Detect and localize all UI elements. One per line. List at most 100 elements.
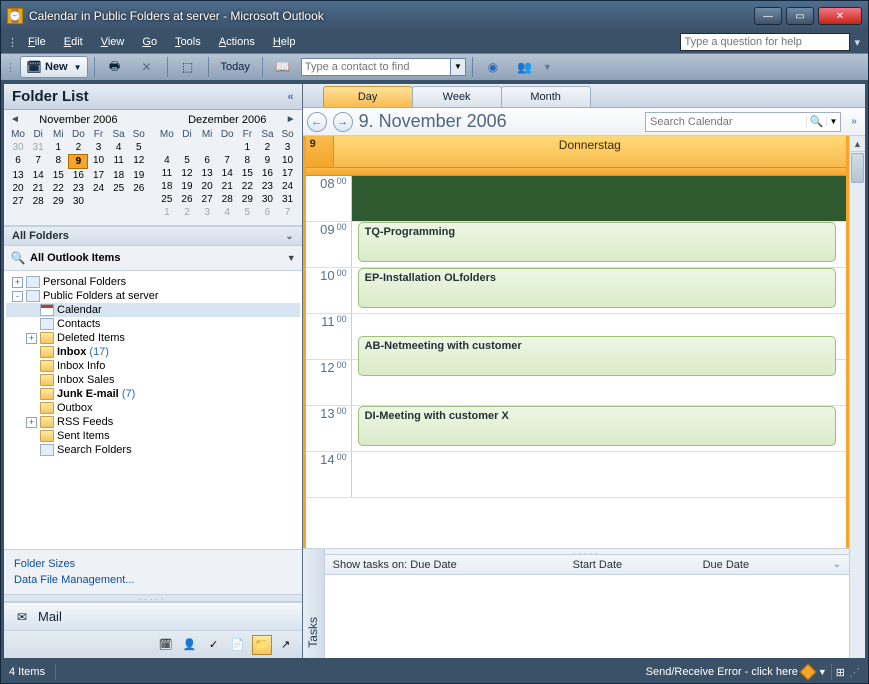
calendar-day[interactable]: 31 [28,141,48,154]
tree-item-search-folders[interactable]: Search Folders [6,443,300,457]
address-book-button[interactable]: 📖 [269,56,297,78]
mini-calendar-dec[interactable]: Dezember 2006► MoDiMiDoFrSaSo 1234567891… [153,110,302,225]
calendar-day[interactable]: 18 [157,180,177,193]
scroll-up-icon[interactable]: ▲ [850,136,865,152]
categories-button[interactable]: ⬚ [174,56,202,78]
calendar-day[interactable]: 2 [68,141,88,154]
calendar-day[interactable]: 11 [109,154,129,169]
warning-icon[interactable] [799,664,816,681]
close-button[interactable]: ✕ [818,7,862,25]
tree-item-deleted-items[interactable]: +Deleted Items [6,331,300,345]
menu-file[interactable]: File [20,34,54,50]
scroll-thumb[interactable] [851,153,864,183]
calendar-day[interactable]: 18 [109,169,129,182]
calendar-search-input[interactable] [646,115,806,129]
calendar-day[interactable]: 14 [28,169,48,182]
tab-week[interactable]: Week [412,86,502,107]
calendar-day[interactable]: 5 [177,154,197,167]
help-dropdown[interactable]: ▾ [852,36,862,49]
error-dropdown[interactable]: ▼ [818,667,827,677]
mini-calendar-nov[interactable]: ◄November 2006 MoDiMiDoFrSaSo 3031123456… [4,110,153,225]
calendar-day[interactable]: 29 [237,193,257,206]
calendar-day[interactable] [88,195,108,208]
mail-nav-button[interactable]: ✉ Mail [4,602,302,630]
tab-month[interactable]: Month [501,86,591,107]
toolbar-overflow[interactable]: ▼ [543,62,552,72]
nav-notes-icon[interactable]: 📄 [228,635,248,655]
tree-toggle-icon[interactable]: + [12,277,23,288]
calendar-day[interactable]: 21 [217,180,237,193]
expand-todo-bar[interactable]: » [847,116,861,127]
permissions-button[interactable]: 👥 [511,56,539,78]
menu-actions[interactable]: Actions [211,34,263,50]
nav-contacts-icon[interactable]: 👤 [180,635,200,655]
calendar-day[interactable]: 5 [237,206,257,219]
calendar-day[interactable]: 20 [8,182,28,195]
search-button-icon[interactable]: 🔍 [806,115,826,128]
calendar-day[interactable]: 23 [257,180,277,193]
calendar-day[interactable]: 4 [157,154,177,167]
calendar-day[interactable]: 9 [257,154,277,167]
calendar-day[interactable]: 5 [129,141,149,154]
calendar-day[interactable]: 16 [257,167,277,180]
calendar-day[interactable] [217,141,237,154]
calendar-day[interactable]: 26 [129,182,149,195]
calendar-day[interactable]: 7 [278,206,298,219]
calendar-day[interactable]: 1 [237,141,257,154]
today-button[interactable]: Today [215,56,256,78]
calendar-day[interactable]: 3 [278,141,298,154]
calendar-day[interactable]: 6 [8,154,28,169]
calendar-day[interactable]: 27 [197,193,217,206]
tree-item-outbox[interactable]: Outbox [6,401,300,415]
tree-item-inbox[interactable]: Inbox (17) [6,345,300,359]
tree-item-public-folders-at-server[interactable]: -Public Folders at server [6,289,300,303]
next-day-button[interactable]: → [333,112,353,132]
calendar-day[interactable]: 28 [28,195,48,208]
calendar-day[interactable]: 15 [237,167,257,180]
tree-toggle-icon[interactable]: - [12,291,23,302]
task-start-col[interactable]: Start Date [573,559,663,571]
calendar-day[interactable]: 30 [8,141,28,154]
calendar-day[interactable]: 31 [278,193,298,206]
calendar-day[interactable]: 13 [197,167,217,180]
tree-item-personal-folders[interactable]: +Personal Folders [6,275,300,289]
calendar-day[interactable]: 7 [28,154,48,169]
calendar-day[interactable]: 17 [278,167,298,180]
calendar-day[interactable]: 22 [237,180,257,193]
calendar-day[interactable]: 10 [88,154,108,169]
calendar-day[interactable]: 4 [109,141,129,154]
calendar-day[interactable]: 2 [177,206,197,219]
time-grid[interactable]: 0800090010001100120013001400TQ-Programmi… [306,176,846,548]
contact-search-dropdown[interactable]: ▼ [451,58,466,76]
calendar-day[interactable]: 3 [88,141,108,154]
delete-button[interactable]: ✕ [133,56,161,78]
calendar-day[interactable]: 28 [217,193,237,206]
calendar-day[interactable]: 24 [88,182,108,195]
menu-go[interactable]: Go [134,34,165,50]
calendar-day[interactable]: 13 [8,169,28,182]
calendar-day[interactable]: 8 [237,154,257,167]
splitter[interactable]: ····· [4,594,302,602]
calendar-day[interactable]: 25 [109,182,129,195]
next-month-icon[interactable]: ► [286,114,296,125]
calendar-day[interactable]: 14 [217,167,237,180]
tree-item-sent-items[interactable]: Sent Items [6,429,300,443]
calendar-day[interactable]: 10 [278,154,298,167]
calendar-day[interactable]: 9 [68,154,88,169]
calendar-day[interactable] [177,141,197,154]
calendar-day[interactable]: 23 [68,182,88,195]
calendar-day[interactable]: 12 [129,154,149,169]
chevron-icon[interactable]: ⌄ [285,231,293,242]
calendar-day[interactable]: 19 [129,169,149,182]
help-button[interactable]: ◉ [479,56,507,78]
calendar-day[interactable]: 19 [177,180,197,193]
calendar-day[interactable] [109,195,129,208]
contact-search-input[interactable] [301,58,451,76]
calendar-day[interactable]: 20 [197,180,217,193]
calendar-day[interactable] [197,141,217,154]
tree-item-inbox-sales[interactable]: Inbox Sales [6,373,300,387]
appointment[interactable]: DI-Meeting with customer X [358,406,836,446]
nav-tasks-icon[interactable]: ✓ [204,635,224,655]
calendar-day[interactable]: 3 [197,206,217,219]
tree-toggle-icon[interactable]: + [26,333,37,344]
